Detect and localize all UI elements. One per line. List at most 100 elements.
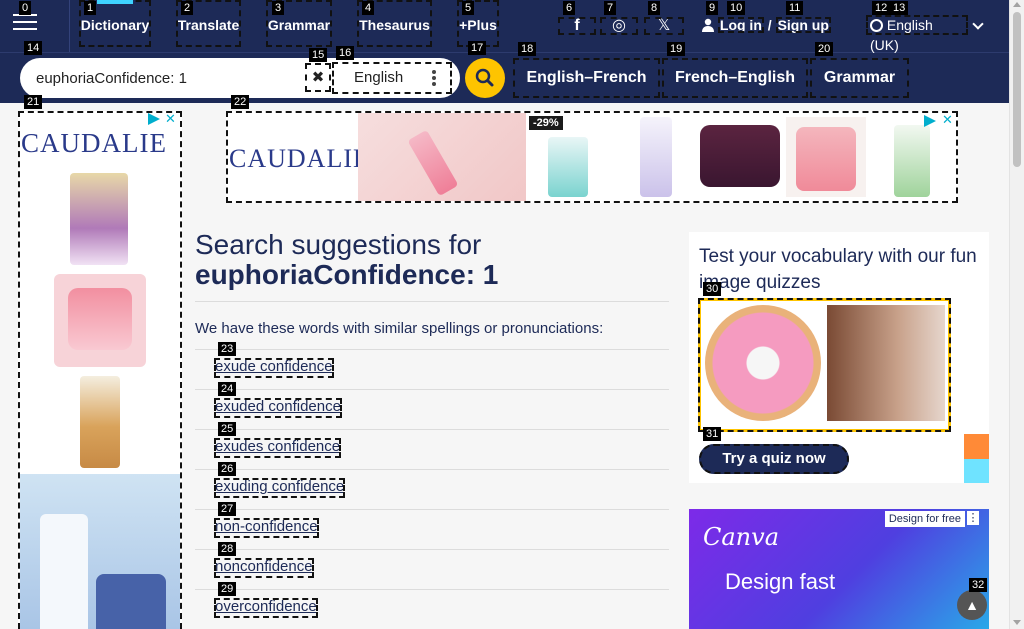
- scroll-down-icon[interactable]: [1013, 620, 1021, 625]
- ad-product-image: [640, 117, 672, 197]
- x-twitter-icon[interactable]: 𝕏: [644, 17, 684, 35]
- close-ad-icon[interactable]: ✕: [165, 111, 176, 127]
- canva-cta[interactable]: Design for free: [884, 511, 965, 527]
- divider: [195, 549, 669, 550]
- quiz-title: Test your vocabulary with our fun image …: [699, 246, 977, 293]
- ad-product-image: [700, 125, 780, 187]
- search-input[interactable]: [36, 60, 304, 96]
- subnav-english-french-label: English–French: [526, 69, 647, 86]
- hamburger-icon[interactable]: [13, 14, 37, 34]
- try-quiz-button[interactable]: Try a quiz now: [699, 444, 849, 474]
- divider: [195, 389, 669, 390]
- x-glyph: 𝕏: [657, 17, 671, 34]
- feedback-tab[interactable]: [964, 459, 989, 483]
- subnav-french-english[interactable]: French–English: [662, 58, 808, 98]
- login-separator: /: [767, 17, 772, 33]
- suggestion-link[interactable]: exuded confidence: [214, 398, 342, 418]
- element-badge: 15: [309, 48, 328, 62]
- divider: [195, 349, 669, 350]
- subnav-french-english-label: French–English: [674, 69, 796, 86]
- element-badge: 28: [218, 542, 237, 556]
- nav-grammar-label: Grammar: [267, 17, 331, 33]
- language-selector[interactable]: English (UK): [866, 15, 968, 53]
- ad-product-image: [358, 113, 526, 201]
- element-badge: 14: [24, 41, 43, 55]
- element-badge: 3: [272, 1, 285, 15]
- ad-product-image: [894, 125, 930, 197]
- scroll-to-top-button[interactable]: ▲: [957, 590, 987, 620]
- element-badge: 19: [667, 42, 686, 56]
- signup-link[interactable]: Sign up: [775, 17, 831, 33]
- element-badge: 0: [19, 1, 32, 15]
- element-badge: 9: [706, 1, 719, 15]
- close-ad-icon[interactable]: ✕: [942, 112, 953, 128]
- vertical-scrollbar[interactable]: [1009, 0, 1024, 629]
- ad-product-image: [548, 137, 588, 197]
- suggestion-link[interactable]: exude confidence: [214, 358, 334, 378]
- adchoices-icon[interactable]: [148, 113, 160, 125]
- login-link[interactable]: Log in: [717, 17, 764, 33]
- element-badge: 5: [462, 1, 475, 15]
- element-badge: 2: [181, 1, 194, 15]
- element-badge: 10: [727, 1, 746, 15]
- subnav-english-french[interactable]: English–French: [513, 58, 660, 98]
- ad-product-image: [70, 173, 128, 265]
- scroll-up-icon[interactable]: [1013, 2, 1021, 7]
- nav-translate-label: Translate: [177, 17, 240, 33]
- element-badge: 11: [786, 1, 804, 15]
- element-badge: 31: [703, 427, 722, 441]
- advertisement-left[interactable]: ✕ CAUDALIE: [18, 111, 182, 629]
- arrow-up-icon: ▲: [965, 597, 979, 613]
- element-badge: 4: [362, 1, 375, 15]
- suggestion-link[interactable]: overconfidence: [214, 598, 318, 618]
- element-badge: 7: [604, 1, 617, 15]
- discount-badge: -29%: [529, 116, 563, 130]
- adchoices-icon[interactable]: ⋮: [967, 511, 979, 525]
- divider: [195, 301, 669, 302]
- suggestion-link[interactable]: exuding confidence: [214, 478, 346, 498]
- element-badge: 18: [518, 42, 537, 56]
- element-badge: 20: [815, 42, 834, 56]
- divider: [195, 429, 669, 430]
- ad-product-image: [80, 376, 120, 468]
- user-icon[interactable]: [702, 18, 714, 32]
- page-title: Search suggestions for euphoriaConfidenc…: [195, 230, 669, 290]
- search-button[interactable]: [465, 58, 505, 98]
- suggestion-link[interactable]: non-confidence: [214, 518, 319, 538]
- suggestion-link[interactable]: nonconfidence: [214, 558, 314, 578]
- instagram-glyph: ◎: [612, 17, 626, 34]
- suggestion-link[interactable]: exudes confidence: [214, 438, 342, 458]
- element-badge: 16: [336, 46, 355, 60]
- ad-brand-logo: CAUDALIE: [229, 144, 370, 173]
- element-badge: 12: [872, 1, 891, 15]
- element-badge: 32: [969, 578, 988, 592]
- clear-search-icon[interactable]: ✖: [305, 63, 331, 92]
- ad-product-image: [20, 474, 180, 629]
- instagram-icon[interactable]: ◎: [600, 17, 638, 35]
- top-navigation-bar: [0, 0, 1009, 52]
- element-badge: 29: [218, 582, 237, 596]
- advertisement-canva[interactable]: Canva Design for free ⋮ Design fast: [689, 509, 989, 629]
- search-icon: [475, 68, 494, 87]
- donut-image: [705, 305, 821, 421]
- subnav-grammar[interactable]: Grammar: [810, 58, 909, 98]
- ad-product-image: [786, 117, 866, 197]
- canva-logo: Canva: [703, 523, 779, 551]
- facebook-icon[interactable]: f: [558, 17, 596, 35]
- page-title-prefix: Search suggestions for: [195, 229, 482, 260]
- login-area: Log in / Sign up: [702, 16, 831, 34]
- header-divider: [69, 0, 70, 52]
- element-badge: 27: [218, 502, 237, 516]
- dictionary-select-value: English: [354, 69, 404, 86]
- milkshake-image: [827, 305, 945, 421]
- dictionary-select[interactable]: English: [332, 62, 452, 94]
- feedback-tab[interactable]: [964, 434, 989, 459]
- nav-plus-label: +Plus: [459, 17, 497, 33]
- quiz-panel: Test your vocabulary with our fun image …: [689, 232, 989, 483]
- element-badge: 22: [231, 95, 250, 109]
- advertisement-top[interactable]: CAUDALIE -29% ✕: [226, 111, 958, 203]
- quiz-image-link[interactable]: [698, 298, 951, 432]
- divider: [195, 589, 669, 590]
- adchoices-icon[interactable]: [924, 115, 936, 127]
- scrollbar-thumb[interactable]: [1013, 12, 1021, 167]
